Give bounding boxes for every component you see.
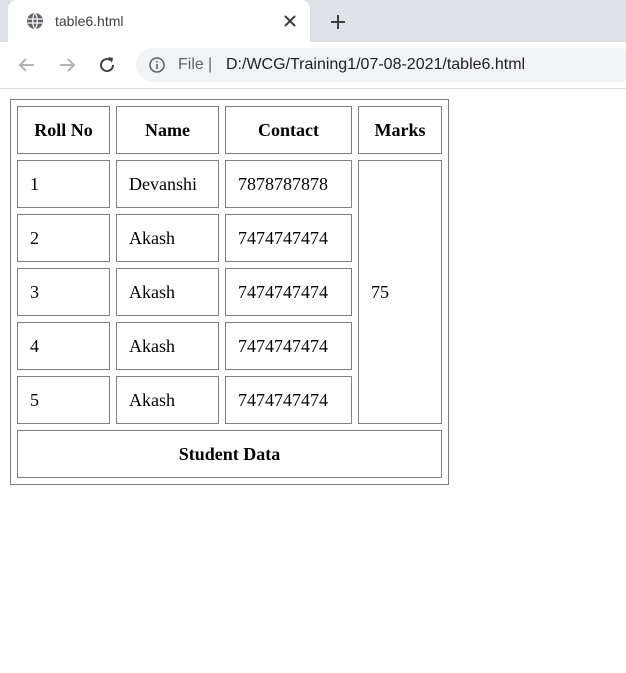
- page-content: Roll No Name Contact Marks 1 Devanshi 78…: [0, 89, 626, 673]
- table-caption-footer: Student Data: [17, 430, 442, 478]
- cell-contact: 7474747474: [225, 376, 352, 424]
- cell-roll: 5: [17, 376, 110, 424]
- new-tab-button[interactable]: [324, 8, 352, 36]
- cell-roll: 1: [17, 160, 110, 208]
- url-separator: |: [208, 56, 213, 73]
- cell-roll: 2: [17, 214, 110, 262]
- reload-icon: [100, 57, 115, 73]
- info-icon[interactable]: [149, 57, 165, 73]
- close-icon[interactable]: [280, 11, 300, 31]
- cell-name: Akash: [116, 214, 219, 262]
- plus-icon: [331, 15, 345, 29]
- cell-name: Akash: [116, 268, 219, 316]
- cell-roll: 3: [17, 268, 110, 316]
- table-row: 1 Devanshi 7878787878 75: [17, 160, 442, 424]
- cell-contact: 7878787878: [225, 160, 352, 208]
- reload-button[interactable]: [95, 53, 119, 77]
- browser-tab[interactable]: table6.html: [8, 0, 310, 42]
- cell-name: Devanshi: [116, 160, 219, 208]
- cell-marks: 75: [358, 160, 442, 424]
- student-table: Roll No Name Contact Marks 1 Devanshi 78…: [10, 99, 449, 485]
- header-name: Name: [116, 106, 219, 154]
- back-button[interactable]: [15, 53, 39, 77]
- forward-arrow-icon: [60, 58, 76, 72]
- cell-contact: 7474747474: [225, 214, 352, 262]
- url-scheme: File: [178, 56, 204, 73]
- address-bar[interactable]: File | D:/WCG/Training1/07-08-2021/table…: [136, 48, 626, 82]
- header-contact: Contact: [225, 106, 352, 154]
- globe-icon: [26, 12, 44, 30]
- cell-roll: 4: [17, 322, 110, 370]
- header-marks: Marks: [358, 106, 442, 154]
- cell-contact: 7474747474: [225, 268, 352, 316]
- tab-title: table6.html: [55, 13, 124, 29]
- back-arrow-icon: [18, 58, 34, 72]
- header-roll-no: Roll No: [17, 106, 110, 154]
- forward-button[interactable]: [55, 53, 79, 77]
- cell-name: Akash: [116, 376, 219, 424]
- url-text[interactable]: D:/WCG/Training1/07-08-2021/table6.html: [226, 56, 525, 74]
- toolbar: File | D:/WCG/Training1/07-08-2021/table…: [0, 42, 626, 89]
- table-header-row: Roll No Name Contact Marks: [17, 106, 442, 154]
- cell-name: Akash: [116, 322, 219, 370]
- table-footer-row: Student Data: [17, 430, 442, 478]
- browser-chrome: table6.html File | D:/WCG/Training1/07-0…: [0, 0, 626, 89]
- cell-contact: 7474747474: [225, 322, 352, 370]
